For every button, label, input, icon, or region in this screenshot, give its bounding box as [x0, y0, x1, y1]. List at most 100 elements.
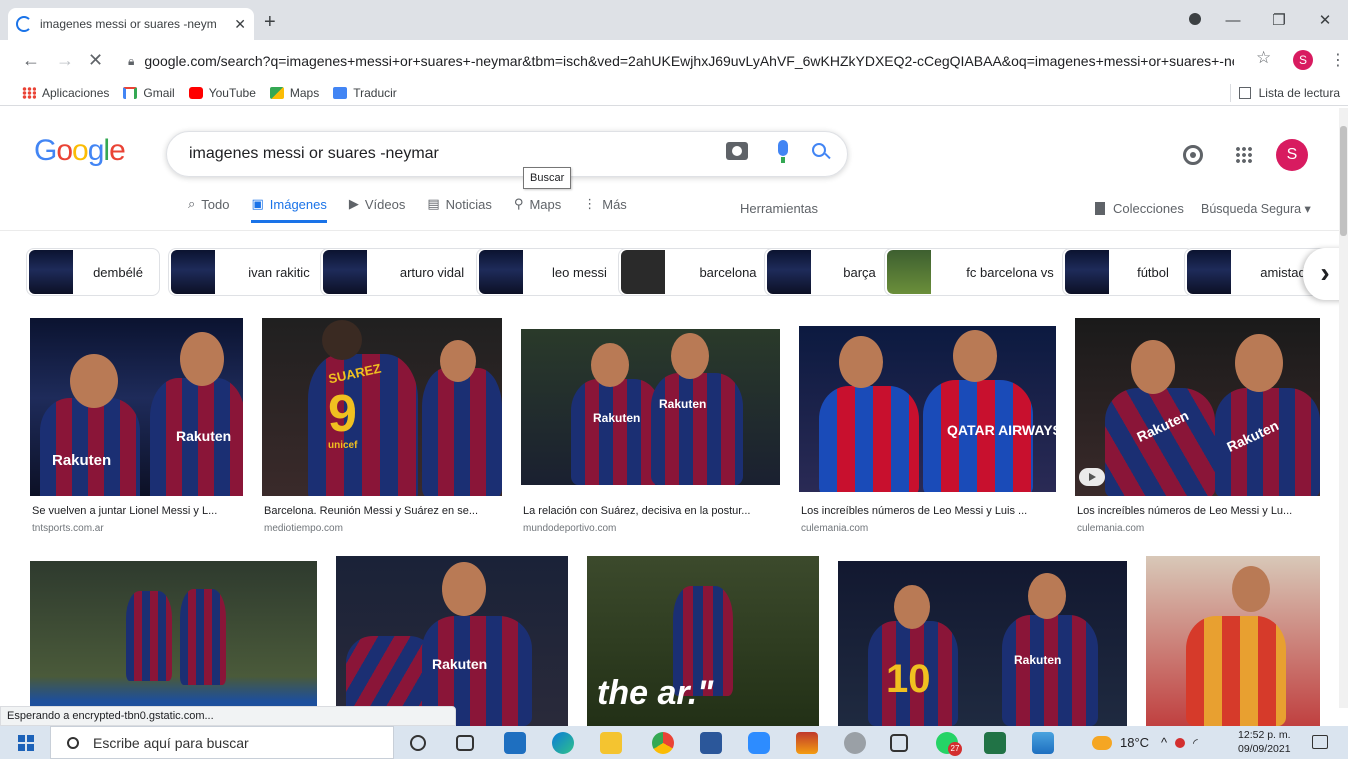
close-window-icon[interactable]: ✕: [1302, 11, 1348, 29]
chip-ivan-rakitic[interactable]: ivan rakitic: [168, 248, 340, 296]
task-view-icon[interactable]: [456, 735, 474, 751]
new-tab-icon[interactable]: +: [264, 11, 276, 34]
camera-search-icon[interactable]: [726, 142, 748, 160]
result-thumbnail[interactable]: SUAREZ 9 unicef: [262, 318, 502, 496]
tab-news[interactable]: ▤ Noticias: [427, 196, 492, 223]
result-thumbnail[interactable]: Rakuten Rakuten: [521, 329, 780, 485]
restore-icon[interactable]: ❐: [1256, 11, 1302, 29]
result-thumbnail[interactable]: QATAR AIRWAYS: [799, 326, 1056, 492]
media-control-icon[interactable]: [1180, 12, 1210, 29]
network-icon[interactable]: ◜: [1193, 736, 1198, 750]
app-icon[interactable]: [796, 732, 818, 754]
windows-start-icon[interactable]: [18, 735, 34, 751]
image-result[interactable]: Rakuten: [336, 556, 568, 726]
search-input[interactable]: imagenes messi or suares -neymar: [189, 145, 847, 163]
chip-fc-barcelona-vs[interactable]: fc barcelona vs: [884, 248, 1086, 296]
chip-futbol[interactable]: fútbol: [1062, 248, 1194, 296]
result-caption[interactable]: Barcelona. Reunión Messi y Suárez en se.…: [264, 505, 502, 517]
chip-barcelona[interactable]: barcelona: [618, 248, 788, 296]
chrome-icon[interactable]: [652, 732, 674, 754]
result-thumbnail[interactable]: Rakuten Rakuten: [1075, 318, 1320, 496]
paint-icon[interactable]: [844, 732, 866, 754]
profile-avatar[interactable]: S: [1293, 50, 1313, 70]
account-avatar[interactable]: S: [1276, 139, 1308, 171]
back-icon[interactable]: ←: [22, 50, 40, 71]
word-icon[interactable]: [700, 732, 722, 754]
maps-icon: [269, 86, 284, 99]
image-result[interactable]: the ar.": [587, 556, 820, 726]
notification-icon[interactable]: [1312, 735, 1328, 749]
excel-icon[interactable]: [984, 732, 1006, 754]
menu-kebab-icon[interactable]: ⋮: [1330, 50, 1346, 70]
image-result[interactable]: [1146, 556, 1320, 726]
edge-icon[interactable]: [552, 732, 574, 754]
tab-more[interactable]: ⋮ Más: [583, 196, 627, 223]
minimize-icon[interactable]: —: [1210, 12, 1256, 29]
file-explorer-icon[interactable]: [600, 732, 622, 754]
forward-icon[interactable]: →: [56, 50, 74, 71]
page-scrollbar[interactable]: [1339, 108, 1348, 708]
photos-icon[interactable]: [1032, 732, 1054, 754]
result-thumbnail[interactable]: [30, 561, 317, 726]
result-thumbnail[interactable]: Rakuten Rakuten: [30, 318, 243, 496]
tab-maps[interactable]: ⚲ Maps: [514, 196, 561, 223]
google-apps-icon[interactable]: [1235, 146, 1253, 164]
chip-dembele[interactable]: dembélé: [26, 248, 160, 296]
youtube-icon: [188, 86, 203, 99]
tools-button[interactable]: Herramientas: [740, 201, 818, 216]
search-tooltip: Buscar: [523, 167, 572, 189]
image-result[interactable]: Rakuten Rakuten La relación con Suárez, …: [521, 318, 781, 538]
scrollbar-thumb[interactable]: [1340, 126, 1347, 236]
tab-images[interactable]: ▣ Imágenes: [251, 196, 327, 223]
result-caption[interactable]: Los increíbles números de Leo Messi y Lu…: [1077, 505, 1321, 517]
image-result[interactable]: SUAREZ 9 unicef Barcelona. Reunión Messi…: [262, 318, 502, 538]
microphone-icon[interactable]: [778, 140, 788, 163]
bookmark-translate[interactable]: Traducir: [333, 86, 397, 100]
result-thumbnail[interactable]: the ar.": [587, 556, 819, 726]
image-result[interactable]: [30, 561, 318, 726]
result-thumbnail[interactable]: [1146, 556, 1320, 726]
result-source: mediotiempo.com: [264, 523, 343, 534]
bookmark-maps[interactable]: Maps: [269, 86, 319, 100]
search-icon[interactable]: [812, 143, 826, 157]
reading-list-button[interactable]: Lista de lectura: [1238, 86, 1340, 100]
bookmark-gmail[interactable]: Gmail: [123, 86, 175, 100]
lock-icon[interactable]: 🔒︎: [128, 54, 134, 69]
image-result[interactable]: Rakuten Rakuten Los increíbles números d…: [1075, 318, 1321, 538]
image-result[interactable]: QATAR AIRWAYS Los increíbles números de …: [799, 318, 1057, 538]
collections-button[interactable]: Colecciones: [1095, 201, 1184, 216]
result-caption[interactable]: Se vuelven a juntar Lionel Messi y L...: [32, 505, 244, 517]
taskbar-search[interactable]: Escribe aquí para buscar: [50, 726, 394, 759]
image-result[interactable]: Rakuten Rakuten Se vuelven a juntar Lion…: [30, 318, 244, 538]
close-tab-icon[interactable]: ✕: [234, 16, 246, 33]
result-caption[interactable]: Los increíbles números de Leo Messi y Lu…: [801, 505, 1057, 517]
address-bar[interactable]: 🔒︎ google.com/search?q=imagenes+messi+or…: [118, 46, 1248, 76]
tab-videos[interactable]: ▶ Vídeos: [349, 196, 405, 223]
cortana-icon[interactable]: [410, 735, 426, 751]
zoom-icon[interactable]: [748, 732, 770, 754]
store-icon[interactable]: [504, 732, 526, 754]
bookmark-star-icon[interactable]: ☆: [1256, 48, 1271, 68]
window-controls: — ❐ ✕: [1180, 0, 1348, 40]
whatsapp-badge: 27: [948, 742, 962, 756]
google-logo[interactable]: Google: [34, 134, 126, 168]
bookmark-youtube[interactable]: YouTube: [188, 86, 256, 100]
chevron-up-icon[interactable]: ^: [1161, 735, 1167, 750]
weather-temp[interactable]: 18°C: [1120, 735, 1149, 750]
result-thumbnail[interactable]: Rakuten: [336, 556, 568, 726]
tab-all[interactable]: ⌕ Todo: [188, 196, 229, 223]
stop-loading-icon[interactable]: ✕: [88, 50, 103, 71]
result-caption[interactable]: La relación con Suárez, decisiva en la p…: [523, 505, 781, 517]
settings-gear-icon[interactable]: [1183, 145, 1203, 165]
chip-arturo-vidal[interactable]: arturo vidal: [320, 248, 494, 296]
weather-icon[interactable]: [1092, 735, 1112, 750]
image-result[interactable]: 10 Rakuten: [838, 561, 1128, 726]
bookmark-apps[interactable]: Aplicaciones: [22, 86, 109, 100]
clock[interactable]: 12:52 p. m. 09/09/2021: [1238, 728, 1291, 756]
result-thumbnail[interactable]: 10 Rakuten: [838, 561, 1127, 726]
chip-leo-messi[interactable]: leo messi: [476, 248, 633, 296]
browser-tab[interactable]: imagenes messi or suares -neym ✕: [8, 8, 254, 40]
tray-app-icon[interactable]: [1175, 737, 1186, 748]
safe-search-dropdown[interactable]: Búsqueda Segura ▾: [1201, 201, 1311, 216]
snip-icon[interactable]: [890, 734, 908, 752]
